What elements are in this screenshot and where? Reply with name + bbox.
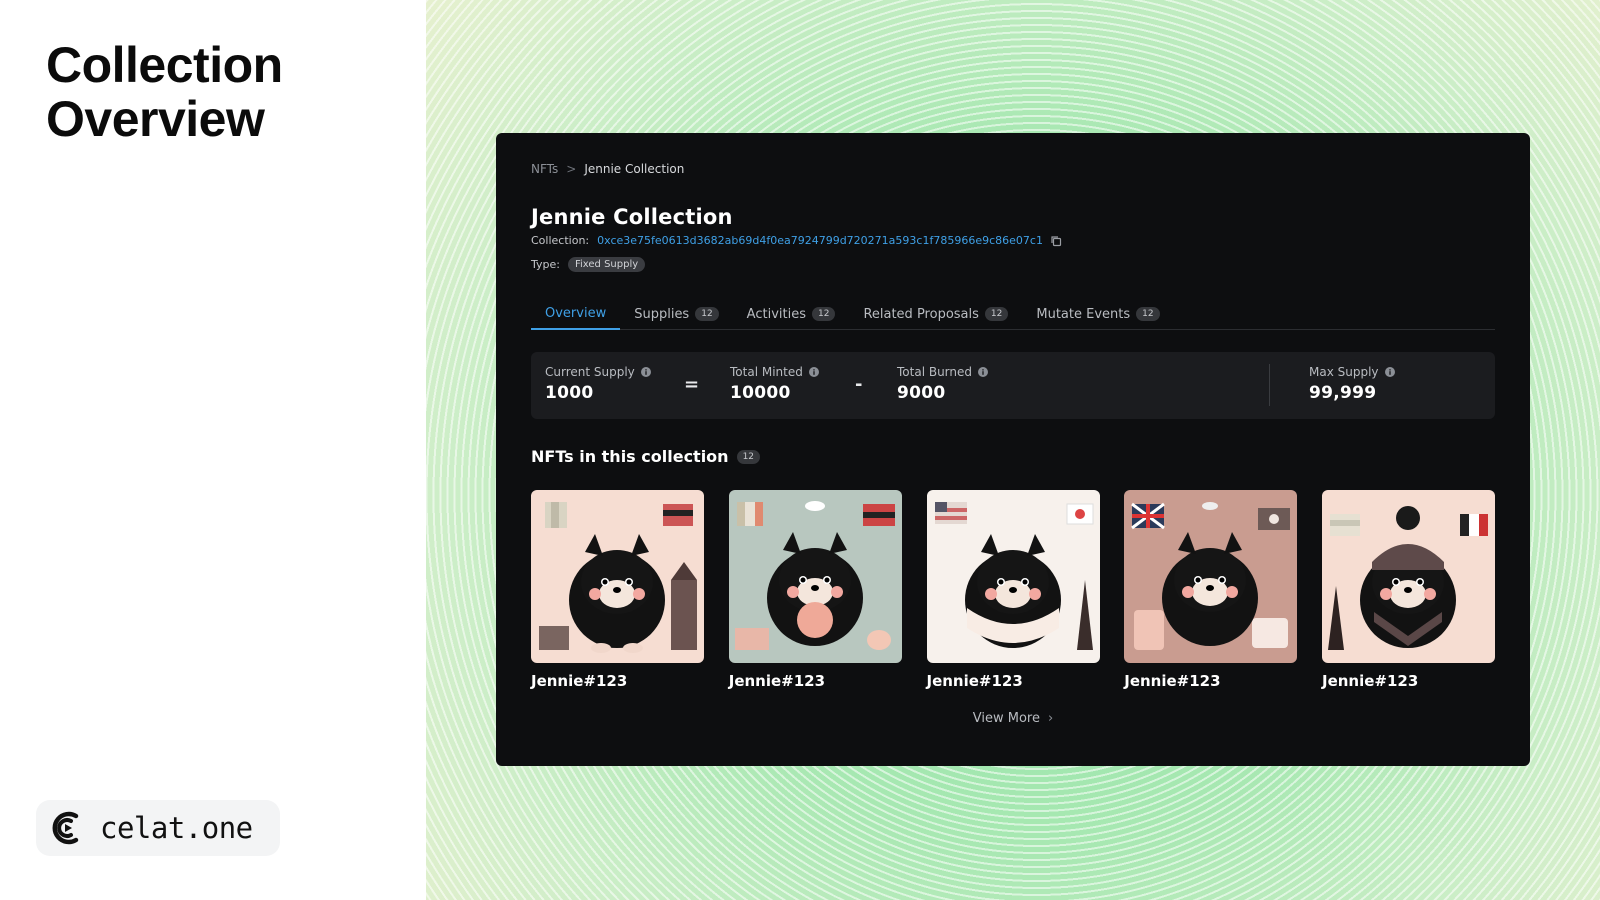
- pomeranian-image: [1124, 490, 1298, 663]
- chevron-right-icon: ›: [1048, 711, 1054, 726]
- type-badge: Fixed Supply: [567, 257, 646, 272]
- nft-name: Jennie#123: [531, 672, 628, 690]
- pomeranian-image: [531, 490, 704, 663]
- tab-mutate-events-count: 12: [1136, 307, 1160, 321]
- info-icon[interactable]: [1384, 367, 1395, 377]
- nfts-section-count: 12: [736, 449, 761, 464]
- nft-thumbnail: [926, 490, 1100, 663]
- page-title: Jennie Collection: [531, 205, 733, 229]
- breadcrumb-nfts-link[interactable]: NFTs: [531, 162, 558, 176]
- left-panel: Collection Overview celat.one: [0, 0, 426, 900]
- total-minted-stat: Total Minted 10000: [730, 365, 819, 403]
- nft-grid: Jennie#123 Jennie#123 Jennie#123 Jennie#…: [531, 490, 1495, 690]
- brand-name: celat.one: [100, 811, 253, 845]
- max-supply-label-row: Max Supply: [1309, 365, 1395, 379]
- info-icon[interactable]: [808, 367, 819, 377]
- nfts-section-title: NFTs in this collection 12: [531, 447, 761, 466]
- collection-label: Collection:: [531, 234, 590, 247]
- breadcrumb-current: Jennie Collection: [584, 162, 685, 176]
- tab-mutate-events-label: Mutate Events: [1036, 306, 1131, 322]
- type-row: Type: Fixed Supply: [531, 257, 646, 272]
- max-supply-stat: Max Supply 99,999: [1309, 365, 1395, 403]
- nft-name: Jennie#123: [926, 672, 1023, 690]
- type-label: Type:: [531, 258, 560, 271]
- tab-activities[interactable]: Activities 12: [733, 298, 850, 330]
- brand-chip: celat.one: [36, 800, 280, 856]
- tab-supplies[interactable]: Supplies 12: [620, 298, 732, 330]
- current-supply-stat: Current Supply 1000: [545, 365, 651, 403]
- tab-supplies-count: 12: [695, 307, 719, 321]
- nft-name: Jennie#123: [1124, 672, 1221, 690]
- chevron-right-icon: >: [566, 162, 577, 176]
- slide-title: Collection Overview: [46, 38, 283, 146]
- total-minted-label-row: Total Minted: [730, 365, 819, 379]
- supply-summary-card: Current Supply 1000 = Total Minted 10000…: [531, 352, 1495, 419]
- tab-related-proposals-label: Related Proposals: [863, 306, 979, 322]
- tab-related-proposals[interactable]: Related Proposals 12: [849, 298, 1022, 330]
- nft-thumbnail: [1322, 490, 1495, 663]
- slide-title-line2: Overview: [46, 91, 265, 147]
- view-more-link[interactable]: View More ›: [496, 711, 1530, 726]
- nft-thumbnail: [728, 490, 902, 663]
- current-supply-label: Current Supply: [545, 365, 635, 379]
- total-burned-value: 9000: [897, 383, 946, 403]
- total-burned-label-row: Total Burned: [897, 365, 989, 379]
- total-burned-stat: Total Burned 9000: [897, 365, 989, 403]
- tab-supplies-label: Supplies: [634, 306, 690, 322]
- max-supply-value: 99,999: [1309, 383, 1377, 403]
- tab-overview[interactable]: Overview: [531, 298, 621, 330]
- total-minted-value: 10000: [730, 383, 791, 403]
- nfts-section-label: NFTs in this collection: [531, 447, 729, 466]
- slide-title-line1: Collection: [46, 37, 283, 93]
- nft-name: Jennie#123: [728, 672, 826, 690]
- breadcrumb: NFTs > Jennie Collection: [531, 162, 684, 176]
- pomeranian-image: [1322, 490, 1495, 663]
- nft-card[interactable]: Jennie#123: [926, 490, 1100, 690]
- tab-mutate-events[interactable]: Mutate Events 12: [1022, 298, 1173, 330]
- minus-operator: -: [855, 374, 863, 395]
- celatone-logo-icon: [52, 811, 79, 845]
- tab-activities-count: 12: [811, 307, 836, 321]
- total-burned-label: Total Burned: [897, 365, 973, 379]
- info-icon[interactable]: [640, 367, 651, 377]
- tab-activities-label: Activities: [746, 306, 806, 322]
- nft-card[interactable]: Jennie#123: [728, 490, 902, 690]
- nft-thumbnail: [1124, 490, 1298, 663]
- nft-thumbnail: [531, 490, 704, 663]
- app-window: NFTs > Jennie Collection Jennie Collecti…: [496, 133, 1530, 766]
- tab-related-proposals-count: 12: [984, 307, 1009, 321]
- view-more-label: View More: [972, 711, 1040, 726]
- collection-address-link[interactable]: 0xce3e75fe0613d3682ab69d4f0ea7924799d720…: [597, 234, 1043, 247]
- current-supply-value: 1000: [545, 383, 594, 403]
- nft-card[interactable]: Jennie#123: [1322, 490, 1495, 690]
- info-icon[interactable]: [978, 367, 989, 377]
- nft-card[interactable]: Jennie#123: [531, 490, 704, 690]
- current-supply-label-row: Current Supply: [545, 365, 651, 379]
- equals-operator: =: [684, 374, 700, 395]
- total-minted-label: Total Minted: [730, 365, 803, 379]
- tab-overview-label: Overview: [545, 305, 607, 321]
- nft-name: Jennie#123: [1322, 672, 1419, 690]
- pomeranian-image: [926, 490, 1100, 663]
- collection-address-row: Collection: 0xce3e75fe0613d3682ab69d4f0e…: [531, 234, 1062, 247]
- max-supply-label: Max Supply: [1309, 365, 1379, 379]
- copy-icon[interactable]: [1050, 235, 1062, 247]
- stat-divider: [1269, 364, 1270, 406]
- pomeranian-image: [728, 490, 902, 663]
- tab-bar: Overview Supplies 12 Activities 12 Relat…: [531, 298, 1495, 330]
- nft-card[interactable]: Jennie#123: [1124, 490, 1298, 690]
